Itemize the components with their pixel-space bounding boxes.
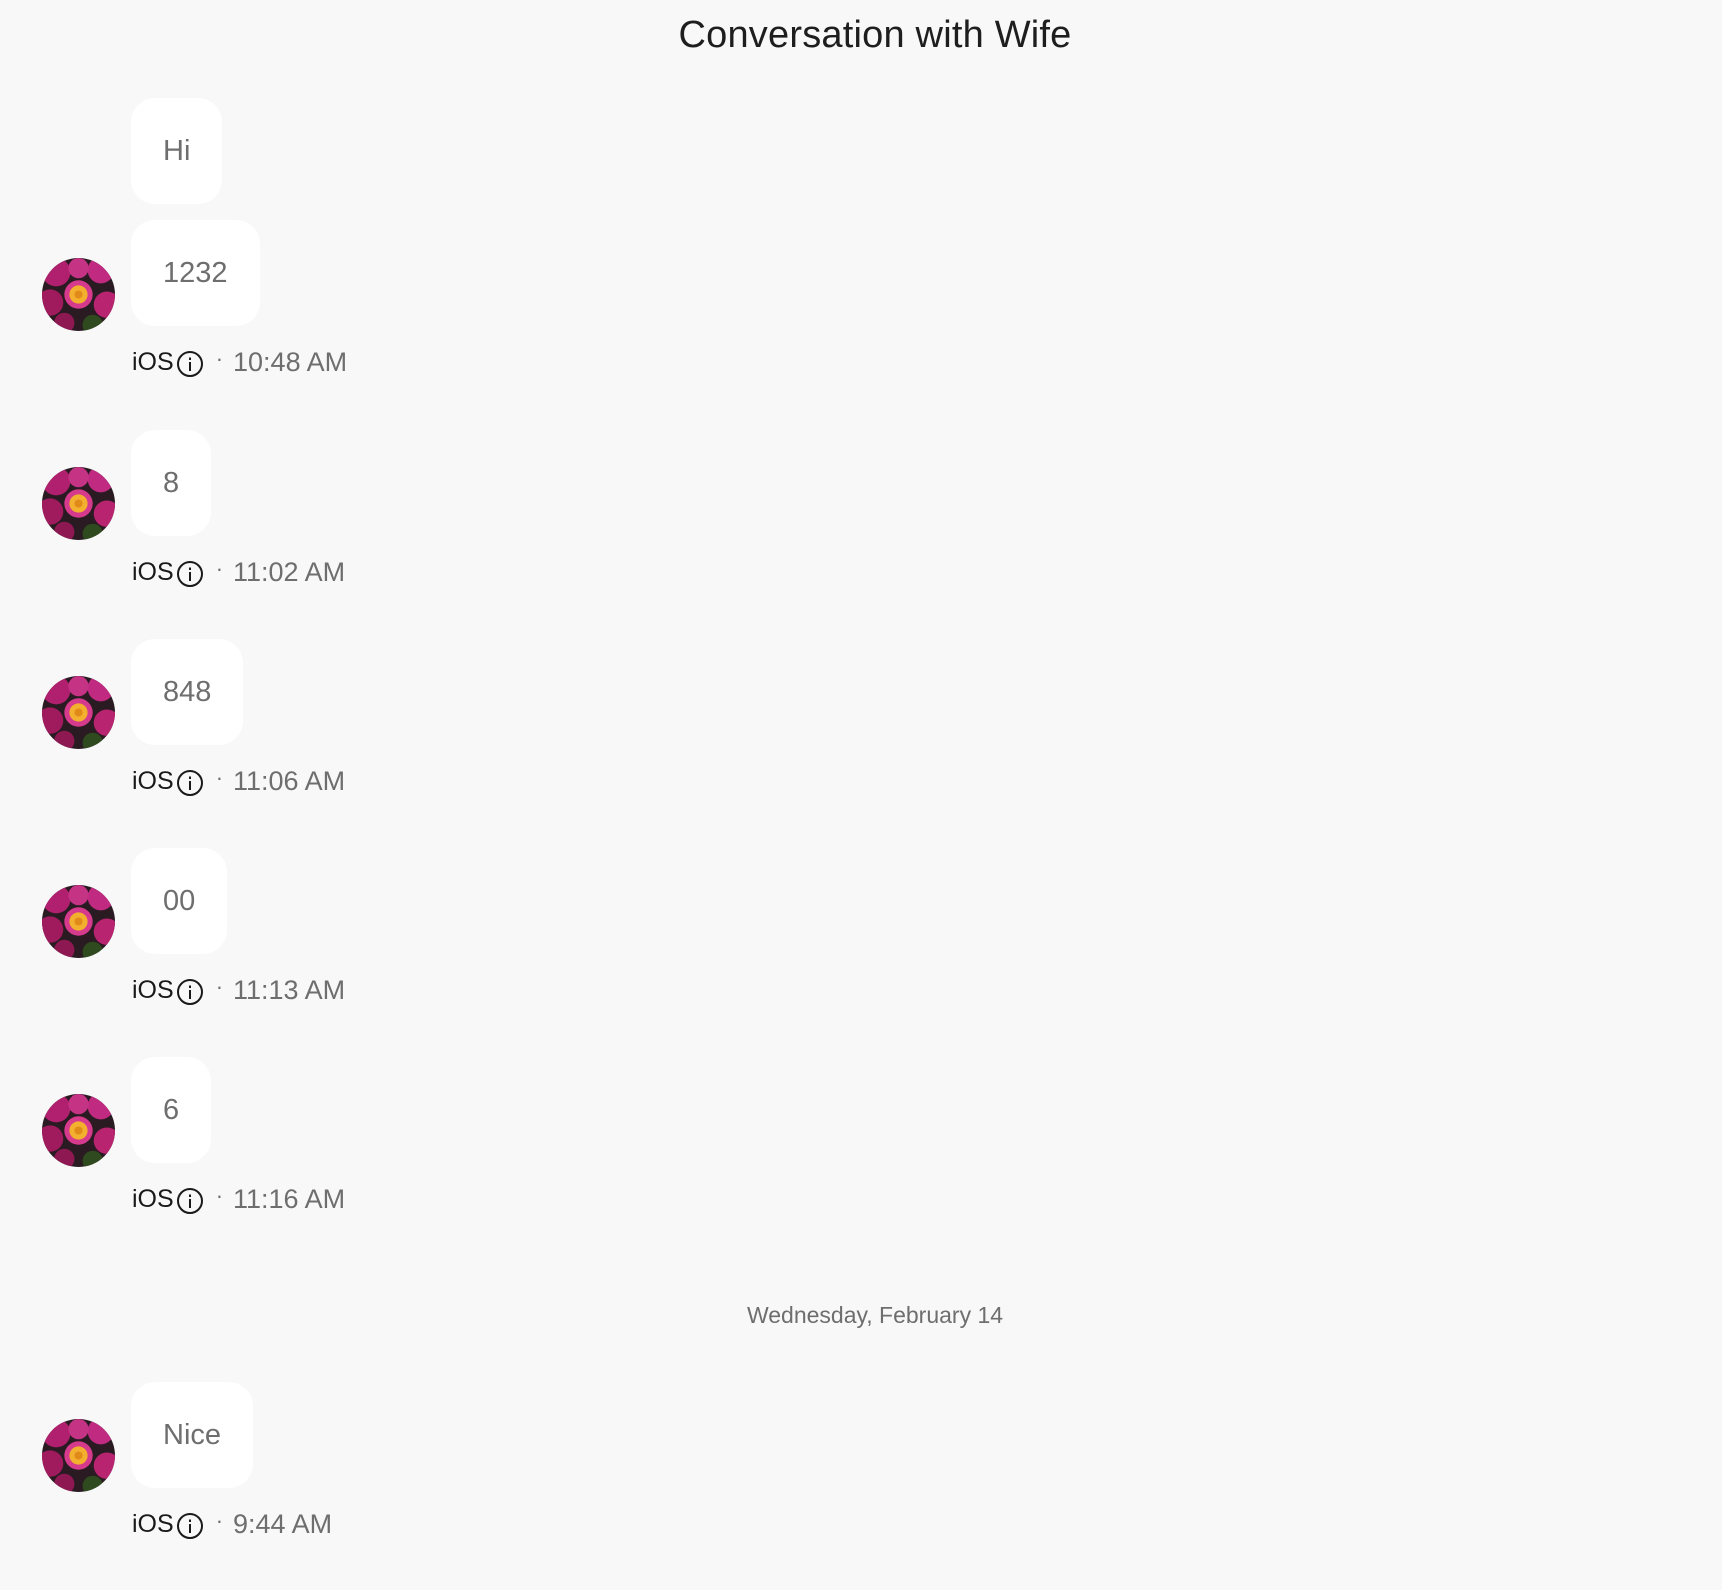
message-bubble[interactable]: 00 (131, 848, 228, 954)
message-time: 11:13 AM (233, 974, 346, 1005)
info-icon[interactable] (176, 978, 204, 1006)
message-meta: iOS · 11:13 AM (132, 972, 345, 1008)
date-divider: Wednesday, February 14 (746, 1302, 1004, 1328)
message-bubble[interactable]: 1232 (131, 220, 260, 326)
message-meta: iOS · 9:44 AM (132, 1506, 332, 1542)
meta-separator: · (215, 556, 224, 581)
platform-label: iOS (132, 1509, 174, 1538)
info-icon[interactable] (176, 560, 204, 588)
message-bubble[interactable]: Nice (131, 1382, 254, 1488)
meta-separator: · (215, 765, 224, 790)
message-meta: iOS · 11:06 AM (132, 763, 345, 799)
message-meta: iOS · 10:48 AM (132, 344, 347, 380)
meta-separator: · (215, 1508, 224, 1533)
flower-avatar-image (42, 258, 115, 331)
platform-label: iOS (132, 347, 174, 376)
avatar[interactable] (42, 258, 115, 331)
platform-label: iOS (132, 975, 174, 1004)
avatar[interactable] (42, 467, 115, 540)
info-icon[interactable] (176, 350, 204, 378)
avatar[interactable] (42, 676, 115, 749)
meta-separator: · (215, 974, 224, 999)
flower-avatar-image (42, 676, 115, 749)
meta-separator: · (215, 346, 224, 371)
message-time: 11:02 AM (233, 556, 346, 587)
message-bubble[interactable]: 8 (131, 430, 212, 536)
flower-avatar-image (42, 467, 115, 540)
platform-label: iOS (132, 557, 174, 586)
message-time: 11:06 AM (233, 765, 346, 796)
platform-label: iOS (132, 766, 174, 795)
flower-avatar-image (42, 1094, 115, 1167)
message-thread: Hi 1232 iOS · 10:48 AM 8 iOS · 11:02 AM … (0, 0, 1722, 1590)
meta-separator: · (215, 1183, 224, 1208)
info-icon[interactable] (176, 1512, 204, 1540)
info-icon[interactable] (176, 769, 204, 797)
avatar[interactable] (42, 885, 115, 958)
message-meta: iOS · 11:16 AM (132, 1181, 345, 1217)
message-bubble[interactable]: 6 (131, 1057, 212, 1163)
message-time: 10:48 AM (233, 346, 348, 377)
message-bubble[interactable]: 848 (131, 639, 244, 745)
message-time: 9:44 AM (233, 1508, 333, 1539)
info-icon[interactable] (176, 1187, 204, 1215)
message-time: 11:16 AM (233, 1183, 346, 1214)
message-meta: iOS · 11:02 AM (132, 554, 345, 590)
flower-avatar-image (42, 885, 115, 958)
avatar[interactable] (42, 1419, 115, 1492)
platform-label: iOS (132, 1184, 174, 1213)
message-bubble[interactable]: Hi (131, 98, 223, 204)
avatar[interactable] (42, 1094, 115, 1167)
flower-avatar-image (42, 1419, 115, 1492)
